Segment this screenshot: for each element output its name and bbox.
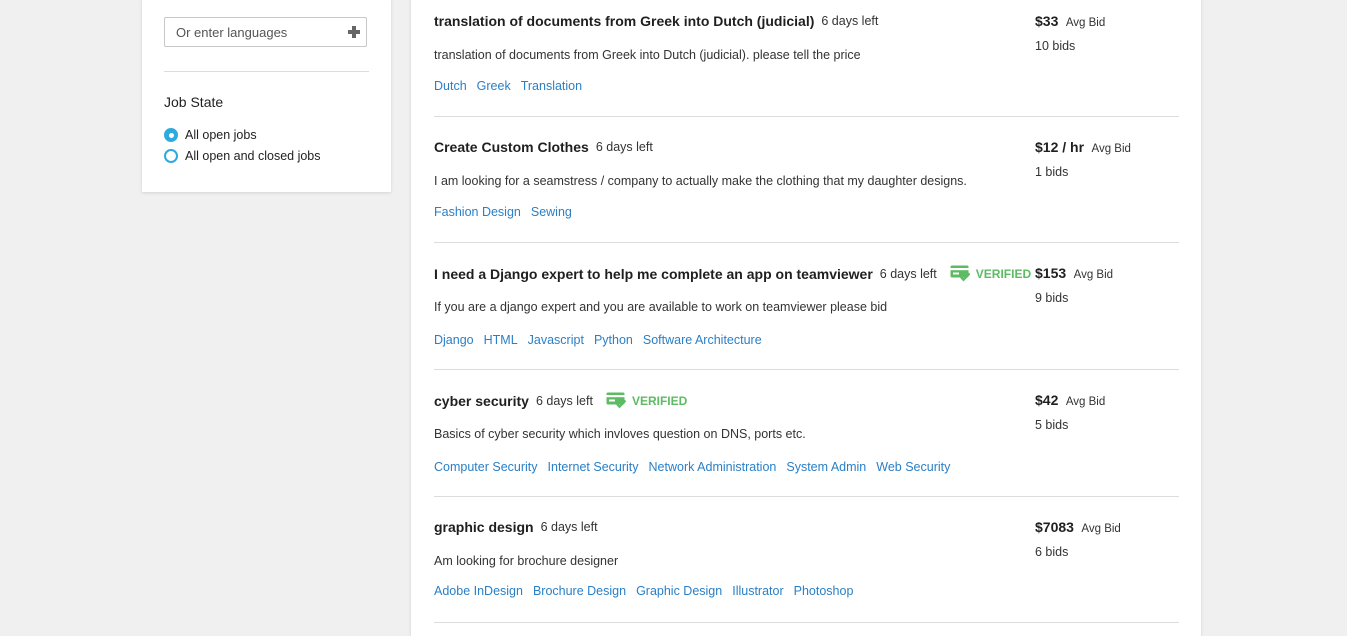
- verified-payment-icon: [606, 392, 627, 409]
- radio-label: All open and closed jobs: [185, 149, 321, 163]
- bid-amount: $33: [1035, 13, 1059, 29]
- bid-amount: $12 / hr: [1035, 139, 1085, 155]
- skill-tag-link[interactable]: Greek: [477, 79, 511, 93]
- avg-bid-label: Avg Bid: [1091, 143, 1131, 155]
- verified-badge: VERIFIED: [950, 265, 1031, 282]
- job-divider: [434, 622, 1179, 623]
- skill-tags: Adobe InDesign Brochure Design Graphic D…: [434, 584, 863, 598]
- bids-count: 10 bids: [1035, 39, 1076, 53]
- job-description: Basics of cyber security which invloves …: [434, 427, 806, 441]
- job-description: I am looking for a seamstress / company …: [434, 174, 967, 188]
- skill-tag-link[interactable]: Illustrator: [732, 584, 783, 598]
- job-title-link[interactable]: translation of documents from Greek into…: [434, 13, 814, 29]
- verified-payment-icon: [950, 265, 971, 282]
- job-description: Am looking for brochure designer: [434, 554, 619, 568]
- skill-tag-link[interactable]: System Admin: [786, 460, 866, 474]
- avg-bid: $7083 Avg Bid: [1035, 519, 1121, 537]
- avg-bid: $153 Avg Bid: [1035, 265, 1113, 283]
- skill-tag-link[interactable]: Fashion Design: [434, 205, 521, 219]
- bids-count: 9 bids: [1035, 291, 1069, 305]
- skill-tag-link[interactable]: Python: [594, 333, 633, 347]
- sidebar-divider: [164, 71, 369, 72]
- skill-tag-link[interactable]: Javascript: [528, 333, 584, 347]
- avg-bid: $42 Avg Bid: [1035, 392, 1105, 410]
- skill-tag-link[interactable]: Django: [434, 333, 474, 347]
- skill-tag-link[interactable]: Dutch: [434, 79, 467, 93]
- skill-tag-link[interactable]: Internet Security: [548, 460, 639, 474]
- bid-amount: $153: [1035, 265, 1067, 281]
- days-left: 6 days left: [595, 140, 653, 154]
- skill-tag-link[interactable]: Photoshop: [794, 584, 854, 598]
- skill-tag-link[interactable]: Brochure Design: [533, 584, 626, 598]
- skill-tag-link[interactable]: Sewing: [531, 205, 572, 219]
- skill-tags: Fashion Design Sewing: [434, 205, 582, 219]
- skill-tags: Dutch Greek Translation: [434, 79, 592, 93]
- skill-tag-link[interactable]: Web Security: [876, 460, 950, 474]
- skill-tag-link[interactable]: Network Administration: [649, 460, 777, 474]
- job-list: translation of documents from Greek into…: [411, 0, 1201, 636]
- filter-sidebar: Job State All open jobs All open and clo…: [142, 0, 391, 192]
- radio-unselected-icon[interactable]: [164, 149, 178, 163]
- language-input-wrapper: [164, 17, 367, 47]
- language-input[interactable]: [165, 18, 356, 46]
- job-divider: [434, 242, 1179, 243]
- bid-amount: $42: [1035, 392, 1059, 408]
- days-left: 6 days left: [535, 393, 593, 408]
- radio-all-open-jobs[interactable]: All open jobs: [164, 127, 257, 143]
- job-title-row: Create Custom Clothes 6 days left: [434, 139, 653, 155]
- job-title-link[interactable]: I need a Django expert to help me comple…: [434, 266, 873, 282]
- skill-tag-link[interactable]: Software Architecture: [643, 333, 762, 347]
- bids-count: 5 bids: [1035, 418, 1069, 432]
- skill-tags: Django HTML Javascript Python Software A…: [434, 333, 772, 347]
- avg-bid-label: Avg Bid: [1065, 396, 1106, 408]
- avg-bid-label: Avg Bid: [1073, 269, 1114, 281]
- skill-tag-link[interactable]: Computer Security: [434, 460, 538, 474]
- radio-selected-icon[interactable]: [164, 128, 178, 142]
- skill-tag-link[interactable]: Graphic Design: [636, 584, 722, 598]
- plus-icon[interactable]: [348, 26, 360, 38]
- job-description: translation of documents from Greek into…: [434, 48, 861, 62]
- days-left: 6 days left: [821, 14, 879, 28]
- skill-tag-link[interactable]: Adobe InDesign: [434, 584, 523, 598]
- verified-label: VERIFIED: [631, 393, 688, 408]
- bids-count: 1 bids: [1035, 165, 1069, 179]
- job-title-row: graphic design 6 days left: [434, 519, 598, 535]
- job-title-link[interactable]: cyber security: [434, 393, 529, 409]
- verified-badge: VERIFIED: [606, 392, 687, 409]
- job-divider: [434, 496, 1179, 497]
- job-divider: [434, 116, 1179, 117]
- days-left: 6 days left: [540, 520, 598, 534]
- radio-label: All open jobs: [185, 128, 257, 142]
- job-title-row: translation of documents from Greek into…: [434, 13, 878, 29]
- avg-bid: $33 Avg Bid: [1035, 13, 1105, 31]
- skill-tag-link[interactable]: HTML: [484, 333, 518, 347]
- bids-count: 6 bids: [1035, 545, 1069, 559]
- job-divider: [434, 369, 1179, 370]
- job-title-link[interactable]: Create Custom Clothes: [434, 139, 589, 155]
- avg-bid-label: Avg Bid: [1065, 17, 1106, 29]
- job-title-row: I need a Django expert to help me comple…: [434, 265, 1031, 282]
- job-description: If you are a django expert and you are a…: [434, 300, 888, 314]
- job-state-title: Job State: [164, 94, 224, 110]
- bid-amount: $7083: [1035, 519, 1074, 535]
- days-left: 6 days left: [879, 266, 937, 281]
- avg-bid-label: Avg Bid: [1081, 523, 1121, 535]
- skill-tag-link[interactable]: Translation: [521, 79, 582, 93]
- job-title-row: cyber security 6 days left VERIFIED: [434, 392, 687, 409]
- job-title-link[interactable]: graphic design: [434, 519, 534, 535]
- verified-label: VERIFIED: [975, 266, 1032, 281]
- skill-tags: Computer Security Internet Security Netw…: [434, 460, 960, 474]
- radio-all-open-and-closed-jobs[interactable]: All open and closed jobs: [164, 148, 321, 164]
- avg-bid: $12 / hr Avg Bid: [1035, 139, 1131, 157]
